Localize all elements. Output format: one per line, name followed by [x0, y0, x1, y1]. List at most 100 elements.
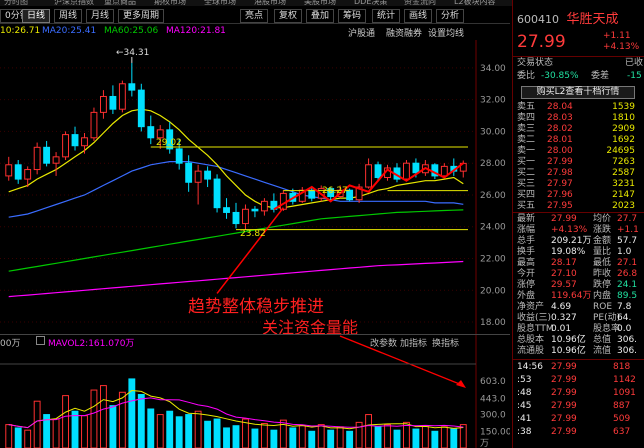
- tick-volume: 509: [613, 414, 631, 424]
- top-menu-item[interactable]: 重点商品: [104, 0, 136, 6]
- order-price: 28.04: [547, 102, 573, 112]
- tick-volume: 1142: [613, 375, 636, 385]
- top-menu-item[interactable]: 分时图: [4, 0, 28, 6]
- volume-bar: [194, 410, 202, 448]
- chips-button[interactable]: 筹码: [338, 9, 367, 23]
- stat-label: 换手: [517, 247, 536, 257]
- stat-label: 最高: [517, 258, 536, 268]
- ma60-value: MA60:25.06: [104, 26, 159, 36]
- stat-value: 0.0: [617, 324, 632, 334]
- tick-volume: 818: [613, 362, 631, 372]
- level-high-label: 29.02: [156, 138, 182, 148]
- stat-row: 净资产 4.69 ROE 7.8: [517, 302, 643, 313]
- tick-time: 14:56: [517, 362, 543, 372]
- tab-weekly[interactable]: 周线: [54, 9, 83, 23]
- weibi-row: 委比 -30.85% 委差 -15: [517, 71, 643, 82]
- stat-value: 306.: [617, 346, 638, 356]
- top-menu-item[interactable]: 全球市场: [204, 0, 236, 6]
- stat-row: 最高 28.17 最低 27.1: [517, 258, 643, 269]
- volume-axis-label: 150.00: [480, 427, 510, 437]
- order-price: 28.03: [547, 113, 573, 123]
- volume-bar: [14, 427, 22, 448]
- volume-unit: 00万: [0, 339, 21, 349]
- add-indicator-link[interactable]: 加指标: [400, 336, 427, 349]
- order-book-row: 买三 27.97 3231: [517, 179, 643, 190]
- candle-body: [43, 146, 51, 164]
- volume-toggle-icon[interactable]: [36, 336, 45, 345]
- top-menu-item[interactable]: 美股市场: [304, 0, 336, 6]
- tick-price: 27.99: [551, 388, 577, 398]
- candle-body: [118, 83, 126, 110]
- top-menu-item[interactable]: 港股市场: [254, 0, 286, 6]
- tick-row: :38 27.99 637: [517, 427, 643, 438]
- ma-settings-link[interactable]: 设置均线: [428, 26, 464, 39]
- switch-indicator-link[interactable]: 换指标: [432, 336, 459, 349]
- tick-price: 27.99: [551, 427, 577, 437]
- analysis-button[interactable]: 分析: [436, 9, 465, 23]
- stat-value: 27.99: [551, 214, 577, 224]
- draw-line-button[interactable]: 画线: [404, 9, 433, 23]
- stat-value: +1.1: [617, 225, 639, 235]
- tick-volume: 637: [613, 427, 631, 437]
- tab-monthly[interactable]: 月线: [86, 9, 115, 23]
- top-menu-item[interactable]: L2板块内容: [454, 0, 496, 6]
- top-menu-item[interactable]: 期权市场: [154, 0, 186, 6]
- margin-trading-link[interactable]: 融资融券: [386, 26, 422, 39]
- tick-volume: 887: [613, 401, 631, 411]
- volume-bar: [118, 391, 126, 448]
- tick-row: :45 27.99 887: [517, 401, 643, 412]
- volume-bar: [317, 424, 325, 448]
- tab-daily[interactable]: 日线: [22, 9, 51, 23]
- candle-body: [279, 192, 287, 210]
- stat-value: 1.0: [617, 247, 632, 257]
- price-axis-label: 22.00: [480, 255, 506, 265]
- volume-axis-label: 300.0: [480, 411, 506, 421]
- price-change: +1.11: [603, 31, 631, 41]
- tick-row: :53 27.99 1142: [517, 375, 643, 386]
- volume-bar: [270, 429, 278, 448]
- trade-status-value: 已收: [625, 58, 644, 68]
- top-menu-item[interactable]: 资金流向: [404, 0, 436, 6]
- volume-bar: [421, 425, 429, 448]
- level2-button[interactable]: 购买L2查看十档行情: [521, 86, 635, 99]
- tick-time: :45: [517, 401, 532, 411]
- stat-label: 外盘: [517, 291, 536, 301]
- highlight-button[interactable]: 亮点: [240, 9, 269, 23]
- stat-label: 均价: [593, 214, 612, 224]
- order-price: 27.96: [547, 190, 573, 200]
- hk-connect-link[interactable]: 沪股通: [348, 26, 375, 39]
- stat-label: 金额: [593, 236, 612, 246]
- fuquan-button[interactable]: 复权: [274, 9, 303, 23]
- top-menu-item[interactable]: 沪深京指数: [54, 0, 94, 6]
- kline-chart[interactable]: 34.00 32.00 30.00 28.00 26.00 24.00 22.00 20.00…: [0, 40, 510, 448]
- stat-value: +4.13%: [551, 225, 588, 235]
- change-params-link[interactable]: 改参数: [370, 336, 397, 349]
- volume-bar: [298, 425, 306, 448]
- order-price: 27.95: [547, 201, 573, 211]
- stat-value: 4.69: [551, 302, 572, 312]
- stats-button[interactable]: 统计: [372, 9, 401, 23]
- stat-row: 换手 19.08% 量比 1.0: [517, 247, 643, 258]
- tab-more-periods[interactable]: 更多周期: [118, 9, 165, 23]
- overlay-button[interactable]: 叠加: [306, 9, 335, 23]
- order-book-row: 买一 27.99 7263: [517, 157, 643, 168]
- stat-label: 股息TTM: [517, 324, 554, 334]
- order-price: 28.02: [547, 124, 573, 134]
- tick-time: :53: [517, 375, 532, 385]
- volume-bar: [185, 414, 193, 448]
- candle-body: [175, 148, 183, 164]
- stat-value: 28.17: [551, 258, 577, 268]
- price-axis-label: 34.00: [480, 64, 506, 74]
- price-axis-label: 18.00: [480, 318, 506, 328]
- tick-price: 27.99: [551, 414, 577, 424]
- top-menu-item[interactable]: DDE决策: [354, 0, 387, 6]
- volume-bar: [137, 394, 145, 448]
- ma120-value: MA120:21.81: [166, 26, 226, 36]
- order-price: 28.00: [547, 146, 573, 156]
- order-level-label: 买一: [517, 157, 536, 167]
- price-axis-label: 24.00: [480, 223, 506, 233]
- volume-bar: [308, 430, 316, 448]
- candle-body: [308, 189, 316, 199]
- stat-label: 今开: [517, 269, 536, 279]
- order-level-label: 卖一: [517, 146, 536, 156]
